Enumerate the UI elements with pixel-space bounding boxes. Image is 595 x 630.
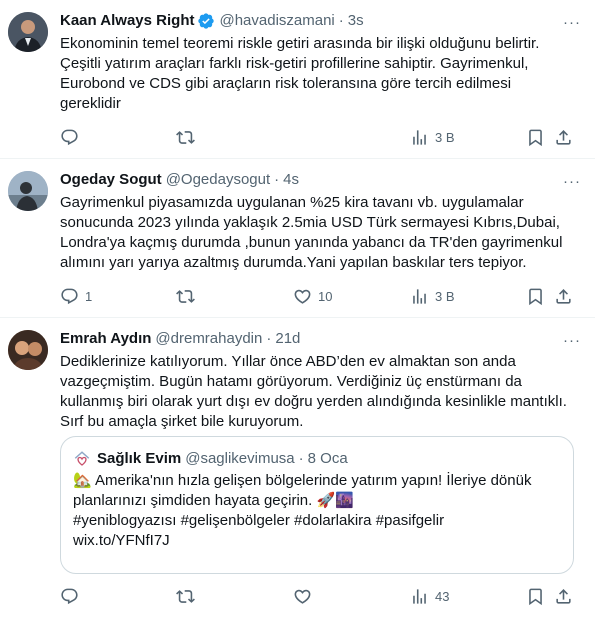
reply-button[interactable]: 1 — [60, 287, 92, 306]
share-icon — [556, 129, 571, 145]
retweet-icon — [176, 289, 195, 303]
reply-icon — [61, 288, 78, 304]
like-icon — [294, 289, 311, 304]
views-count: 43 — [435, 588, 450, 604]
tweet-text: Gayrimenkul piyasamızda uygulanan %25 ki… — [60, 194, 563, 271]
views-button[interactable]: 43 — [410, 587, 449, 606]
timeline: Kaan Always Right @havadiszamani · 3s ··… — [0, 0, 595, 630]
more-icon[interactable]: ··· — [563, 173, 581, 190]
more-icon[interactable]: ··· — [563, 14, 581, 31]
quoted-author-handle[interactable]: @saglikevimusa — [185, 449, 294, 469]
share-icon — [556, 588, 571, 604]
author-name[interactable]: Emrah Aydın — [60, 329, 151, 349]
retweet-icon — [176, 130, 195, 144]
views-icon — [413, 129, 426, 145]
tweet-actions: 1 10 3 B — [60, 286, 583, 306]
tweet-header: Kaan Always Right @havadiszamani · 3s — [60, 10, 583, 32]
avatar[interactable] — [8, 171, 48, 211]
separator-dot: · — [266, 330, 272, 347]
retweet-button[interactable] — [176, 128, 201, 147]
reply-icon — [61, 129, 78, 145]
retweet-button[interactable] — [176, 587, 201, 606]
tweet-text: Dediklerinize katılıyorum. Yıllar önce A… — [60, 353, 567, 430]
separator-dot: · — [338, 12, 344, 29]
share-button[interactable] — [554, 587, 573, 606]
tweet-header: Ogeday Sogut @Ogedaysogut · 4s — [60, 169, 583, 191]
like-button[interactable] — [293, 587, 318, 606]
views-count: 3 B — [435, 288, 455, 304]
saglik-evim-logo-icon — [74, 451, 90, 466]
bookmark-button[interactable] — [526, 287, 545, 306]
views-icon — [413, 288, 426, 304]
timestamp[interactable]: 21d — [275, 329, 300, 349]
views-icon — [413, 588, 426, 604]
quoted-hashtags[interactable]: #yeniblogyazısı #gelişenbölgeler #dolarl… — [73, 511, 563, 531]
bookmark-icon — [529, 588, 542, 605]
author-handle[interactable]: @havadiszamani — [219, 11, 334, 31]
reply-count: 1 — [85, 288, 93, 304]
quoted-link[interactable]: wix.to/YFNfI7J — [73, 531, 563, 551]
like-icon — [294, 589, 311, 604]
quoted-timestamp[interactable]: 8 Oca — [308, 449, 348, 469]
share-icon — [556, 288, 571, 304]
share-button[interactable] — [554, 128, 573, 147]
separator-dot: · — [274, 171, 280, 188]
reply-button[interactable] — [60, 128, 85, 147]
bookmark-button[interactable] — [526, 128, 545, 147]
author-handle[interactable]: @Ogedaysogut — [166, 170, 270, 190]
quoted-author-name[interactable]: Sağlık Evim — [97, 449, 181, 469]
tweet-actions: 3 B — [60, 127, 583, 147]
views-button[interactable]: 3 B — [410, 287, 455, 306]
author-name[interactable]: Ogeday Sogut — [60, 170, 162, 190]
separator-dot: · — [298, 450, 304, 467]
bookmark-icon — [529, 129, 542, 146]
retweet-button[interactable] — [176, 287, 201, 306]
author-handle[interactable]: @dremrahaydin — [155, 329, 262, 349]
tweet[interactable]: Emrah Aydın @dremrahaydin · 21d ··· Dedi… — [0, 318, 595, 630]
avatar[interactable] — [8, 12, 48, 52]
timestamp[interactable]: 3s — [348, 11, 364, 31]
more-icon[interactable]: ··· — [563, 332, 581, 349]
tweet[interactable]: Kaan Always Right @havadiszamani · 3s ··… — [0, 0, 595, 159]
share-button[interactable] — [554, 287, 573, 306]
tweet-text: Ekonominin temel teoremi riskle getiri a… — [60, 35, 540, 112]
retweet-icon — [176, 589, 195, 603]
verified-badge-icon — [197, 12, 215, 30]
quoted-tweet-text: 🏡 Amerika'nın hızla gelişen bölgelerinde… — [73, 471, 563, 551]
bookmark-button[interactable] — [526, 587, 545, 606]
like-button[interactable]: 10 — [293, 287, 332, 306]
views-count: 3 B — [435, 129, 455, 145]
like-count: 10 — [318, 288, 333, 304]
reply-icon — [61, 588, 78, 604]
quoted-tweet[interactable]: Sağlık Evim @saglikevimusa · 8 Oca 🏡 Ame… — [60, 436, 574, 574]
quoted-tweet-header: Sağlık Evim @saglikevimusa · 8 Oca — [73, 449, 561, 469]
quoted-text-line: 🏡 Amerika'nın hızla gelişen bölgelerinde… — [73, 472, 532, 509]
tweet-header: Emrah Aydın @dremrahaydin · 21d — [60, 328, 583, 350]
tweet[interactable]: Ogeday Sogut @Ogedaysogut · 4s ··· Gayri… — [0, 159, 595, 318]
author-name[interactable]: Kaan Always Right — [60, 11, 194, 31]
views-button[interactable]: 3 B — [410, 128, 455, 147]
avatar[interactable] — [8, 330, 48, 370]
reply-button[interactable] — [60, 587, 85, 606]
tweet-actions: 43 — [60, 586, 583, 606]
bookmark-icon — [529, 288, 542, 305]
timestamp[interactable]: 4s — [283, 170, 299, 190]
